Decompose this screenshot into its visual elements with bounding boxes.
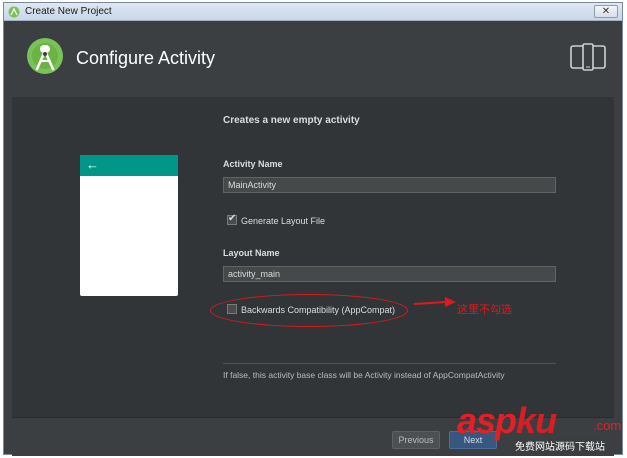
- title-bar: Create New Project ✕: [4, 3, 622, 21]
- watermark-domain: .com: [593, 418, 622, 433]
- generate-layout-checkbox-row[interactable]: Generate Layout File: [227, 213, 326, 226]
- activity-name-field[interactable]: MainActivity: [223, 177, 556, 193]
- android-studio-logo-icon: [27, 38, 63, 74]
- window-title: Create New Project: [25, 6, 112, 17]
- watermark-ku: ku: [516, 400, 557, 441]
- wizard-content: ← Creates a new empty activity Activity …: [12, 97, 614, 417]
- previous-button[interactable]: Previous: [392, 431, 440, 449]
- watermark-tagline: 免费网站源码下载站: [515, 438, 605, 453]
- phone-tablet-icon: [570, 43, 606, 71]
- android-studio-app-icon: [8, 6, 20, 18]
- generate-layout-label: Generate Layout File: [241, 216, 326, 226]
- back-arrow-icon: ←: [86, 157, 99, 172]
- page-title: Configure Activity: [76, 48, 216, 68]
- preview-app-bar: ←: [80, 155, 178, 176]
- watermark-asp: asp: [457, 400, 517, 441]
- divider: [223, 363, 556, 364]
- aspku-watermark: aspku .com 免费网站源码下载站: [457, 400, 627, 458]
- activity-preview: ←: [80, 155, 178, 296]
- watermark-logo: aspku: [457, 400, 557, 442]
- annotation-arrow-icon: [414, 297, 456, 307]
- create-project-window: Create New Project ✕ Configure Activity …: [3, 2, 623, 456]
- generate-layout-checkbox[interactable]: [227, 213, 237, 225]
- close-button[interactable]: ✕: [594, 5, 618, 18]
- layout-name-label: Layout Name: [223, 248, 280, 258]
- template-description: Creates a new empty activity: [223, 115, 360, 126]
- annotation-text: 这里不勾选: [457, 303, 512, 316]
- activity-name-label: Activity Name: [223, 159, 283, 169]
- annotation-ellipse: [210, 294, 408, 327]
- wizard-header: Configure Activity: [12, 25, 614, 97]
- compat-hint-text: If false, this activity base class will …: [223, 370, 505, 380]
- layout-name-field[interactable]: activity_main: [223, 266, 556, 282]
